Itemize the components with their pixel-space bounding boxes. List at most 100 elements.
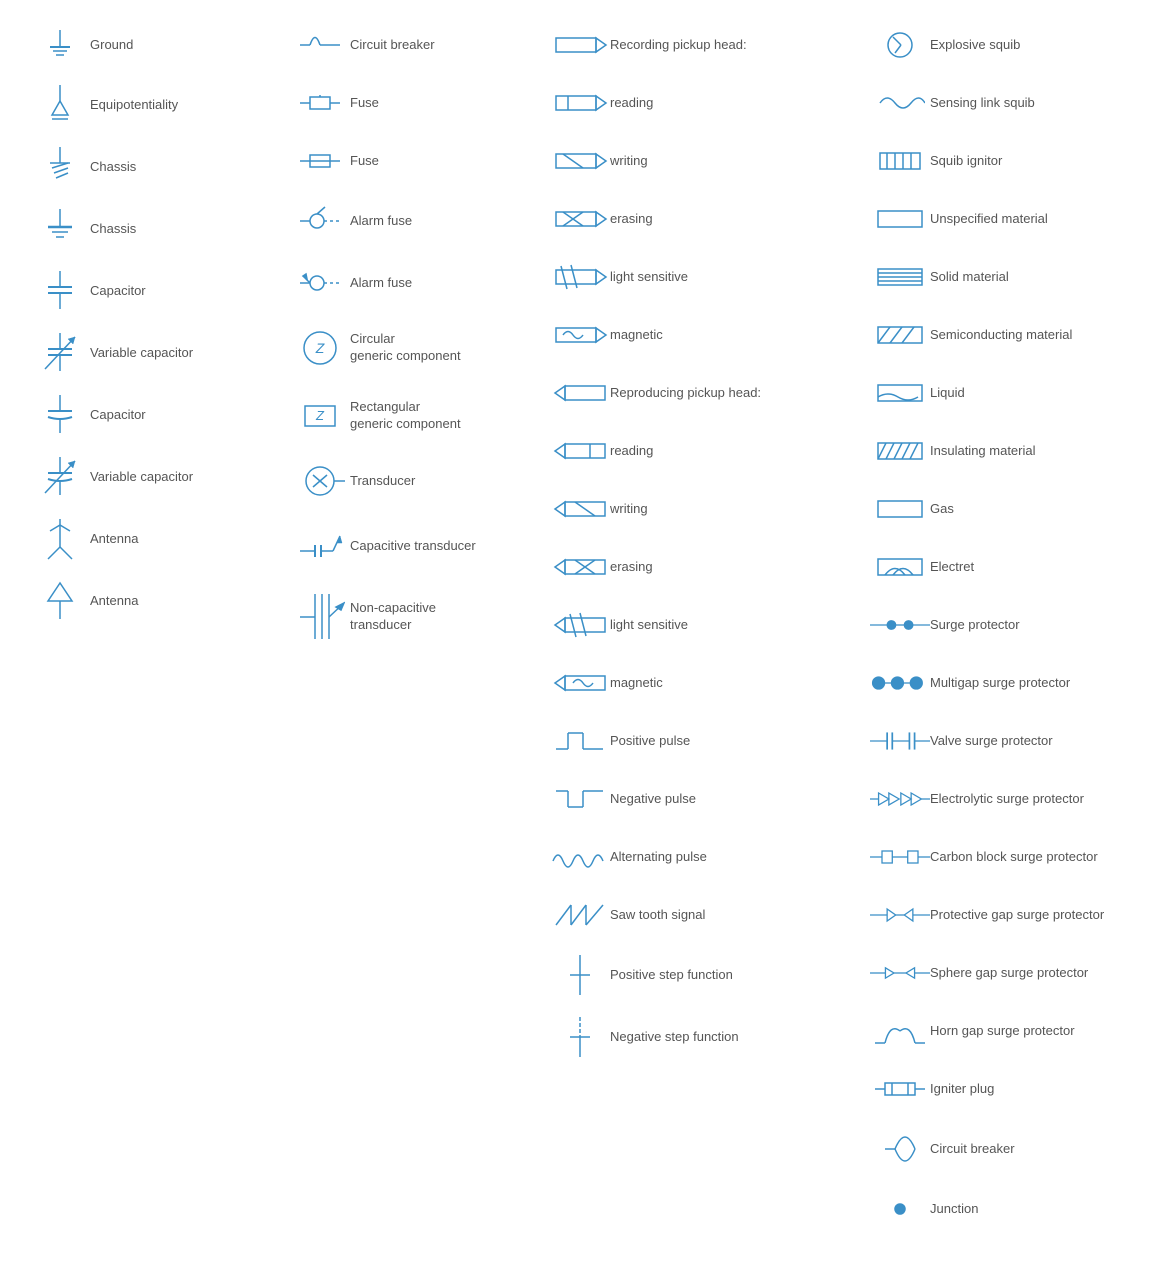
reproducing-reading-label: reading (610, 443, 653, 460)
reproducing-magnetic-icon (550, 668, 610, 698)
capacitive-transducer-label: Capacitive transducer (350, 538, 476, 555)
list-item: Semiconducting material (870, 315, 1163, 355)
reproducing-writing-icon (550, 494, 610, 524)
list-item: reading (550, 431, 850, 471)
liquid-label: Liquid (930, 385, 965, 402)
chassis1-label: Chassis (90, 159, 136, 176)
positive-pulse-label: Positive pulse (610, 733, 690, 750)
recording-erasing-label: erasing (610, 211, 653, 228)
squib-ignitor-icon (870, 143, 930, 179)
list-item: Explosive squib (870, 25, 1163, 65)
electret-label: Electret (930, 559, 974, 576)
list-item: reading (550, 83, 850, 123)
list-item: Antenna (30, 517, 270, 561)
semiconducting-material-icon (870, 322, 930, 348)
solid-material-icon (870, 264, 930, 290)
list-item: Variable capacitor (30, 331, 270, 375)
antenna2-label: Antenna (90, 593, 138, 610)
recording-reading-icon (550, 88, 610, 118)
circular-generic-label: Circular generic component (350, 331, 461, 365)
list-item: Electrolytic surge protector (870, 779, 1163, 819)
list-item: Multigap surge protector (870, 663, 1163, 703)
list-item: Positive step function (550, 953, 850, 997)
list-item: Capacitor (30, 393, 270, 437)
list-item: Equipotentiality (30, 83, 270, 127)
fuse2-icon (290, 141, 350, 181)
variable-capacitor2-label: Variable capacitor (90, 469, 193, 486)
recording-writing-label: writing (610, 153, 648, 170)
recording-magnetic-label: magnetic (610, 327, 663, 344)
negative-pulse-label: Negative pulse (610, 791, 696, 808)
reproducing-light-icon (550, 609, 610, 641)
recording-light-label: light sensitive (610, 269, 688, 286)
svg-text:Z: Z (315, 408, 325, 423)
list-item: Ground (30, 25, 270, 65)
alarm-fuse1-label: Alarm fuse (350, 213, 412, 230)
sensing-link-squib-icon (870, 88, 930, 118)
list-item: erasing (550, 199, 850, 239)
list-item: writing (550, 141, 850, 181)
list-item: Chassis (30, 145, 270, 189)
list-item: Fuse (290, 141, 530, 181)
chassis2-label: Chassis (90, 221, 136, 238)
circuit-breaker-label: Circuit breaker (350, 37, 435, 54)
list-item: Circuit breaker (870, 1127, 1163, 1171)
list-item: light sensitive (550, 605, 850, 645)
variable-capacitor1-label: Variable capacitor (90, 345, 193, 362)
electrolytic-surge-protector-label: Electrolytic surge protector (930, 791, 1084, 808)
reproducing-erasing-icon (550, 552, 610, 582)
list-item: Sphere gap surge protector (870, 953, 1163, 993)
insulating-material-label: Insulating material (930, 443, 1036, 460)
squib-ignitor-label: Squib ignitor (930, 153, 1002, 170)
electrolytic-surge-protector-icon (870, 784, 930, 814)
variable-capacitor1-icon (30, 331, 90, 375)
protective-gap-surge-protector-label: Protective gap surge protector (930, 907, 1104, 924)
list-item: Z Circular generic component (290, 323, 530, 373)
list-item: Reproducing pickup head: (550, 373, 850, 413)
list-item: magnetic (550, 315, 850, 355)
alarm-fuse2-icon (290, 261, 350, 305)
circular-generic-icon: Z (290, 323, 350, 373)
reproducing-writing-label: writing (610, 501, 648, 518)
recording-reading-label: reading (610, 95, 653, 112)
gas-label: Gas (930, 501, 954, 518)
surge-protector-icon (870, 613, 930, 637)
list-item: Circuit breaker (290, 25, 530, 65)
alternating-pulse-icon (550, 839, 610, 875)
carbon-block-surge-protector-icon (870, 842, 930, 872)
reproducing-head-icon (550, 378, 610, 408)
chassis2-icon (30, 207, 90, 251)
gas-icon (870, 496, 930, 522)
list-item: Liquid (870, 373, 1163, 413)
list-item: Junction (870, 1189, 1163, 1229)
list-item: Valve surge protector (870, 721, 1163, 761)
valve-surge-protector-label: Valve surge protector (930, 733, 1053, 750)
list-item: Igniter plug (870, 1069, 1163, 1109)
valve-surge-protector-icon (870, 726, 930, 756)
column-3: Recording pickup head: reading writi (540, 20, 860, 1252)
list-item: Non-capacitive transducer (290, 589, 530, 644)
recording-head-label: Recording pickup head: (610, 37, 747, 54)
list-item: Capacitor (30, 269, 270, 313)
junction-icon (870, 1199, 930, 1219)
multigap-surge-protector-label: Multigap surge protector (930, 675, 1070, 692)
chassis1-icon (30, 145, 90, 189)
solid-material-label: Solid material (930, 269, 1009, 286)
reproducing-magnetic-label: magnetic (610, 675, 663, 692)
sphere-gap-surge-protector-icon (870, 958, 930, 988)
list-item: Carbon block surge protector (870, 837, 1163, 877)
capacitor2-label: Capacitor (90, 407, 146, 424)
alternating-pulse-label: Alternating pulse (610, 849, 707, 866)
variable-capacitor2-icon (30, 455, 90, 499)
negative-step-icon (550, 1015, 610, 1059)
capacitor1-label: Capacitor (90, 283, 146, 300)
equipotentiality-label: Equipotentiality (90, 97, 178, 114)
recording-head-icon (550, 30, 610, 60)
positive-pulse-icon (550, 723, 610, 759)
saw-tooth-label: Saw tooth signal (610, 907, 705, 924)
list-item: Fuse (290, 83, 530, 123)
capacitor2-icon (30, 393, 90, 437)
list-item: Positive pulse (550, 721, 850, 761)
unspecified-material-icon (870, 206, 930, 232)
list-item: Negative pulse (550, 779, 850, 819)
